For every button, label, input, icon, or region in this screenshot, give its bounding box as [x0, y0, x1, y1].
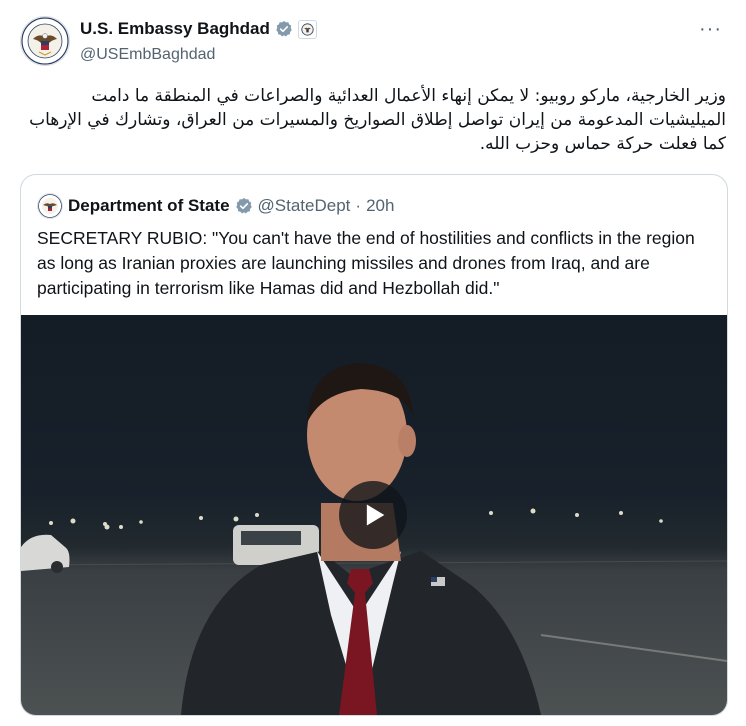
separator-dot: ·	[355, 196, 362, 215]
embassy-seal-icon	[21, 17, 69, 65]
play-icon	[366, 504, 385, 526]
quoted-verified-badge-icon[interactable]	[235, 197, 253, 215]
tweet-text: وزير الخارجية، ماركو روبيو: لا يمكن إنها…	[29, 86, 726, 154]
author-avatar[interactable]	[20, 16, 70, 66]
embassy-seal-affiliate-icon[interactable]	[297, 19, 317, 39]
author-name-row: U.S. Embassy Baghdad	[80, 19, 317, 39]
quoted-tweet-card[interactable]: Department of State @StateDept · 20h SEC…	[20, 174, 728, 716]
author-name[interactable]: U.S. Embassy Baghdad	[80, 19, 270, 39]
author-handle[interactable]: @USEmbBaghdad	[80, 46, 215, 64]
quoted-author-handle[interactable]: @StateDept	[258, 196, 351, 216]
tweet-header: U.S. Embassy Baghdad @USEmbBaghdad ···	[20, 14, 726, 74]
video-player[interactable]	[21, 315, 727, 715]
play-button[interactable]	[339, 481, 407, 549]
verified-badge-icon[interactable]	[275, 20, 293, 38]
quoted-author-name[interactable]: Department of State	[68, 196, 230, 216]
more-options-icon[interactable]: ···	[699, 18, 722, 41]
quoted-tweet-text: SECRETARY RUBIO: "You can't have the end…	[37, 228, 695, 298]
quoted-author-avatar[interactable]	[37, 193, 63, 219]
quoted-timestamp[interactable]: 20h	[366, 196, 394, 216]
state-dept-seal-icon	[38, 194, 62, 218]
quoted-tweet-header: Department of State @StateDept · 20h	[37, 193, 394, 219]
